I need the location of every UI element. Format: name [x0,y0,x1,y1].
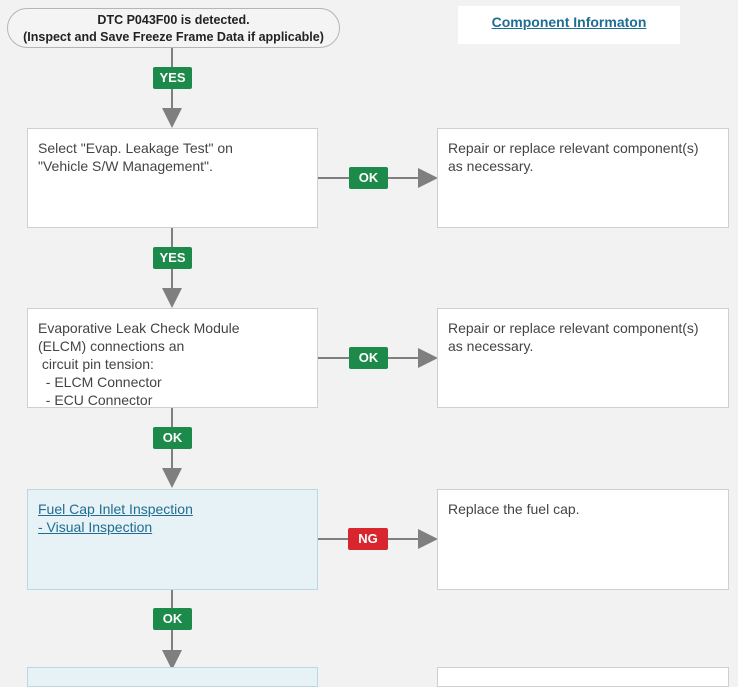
side-text-line: as necessary. [448,338,534,354]
arrowhead-right [418,168,438,188]
step-2-ok-label: OK [349,347,388,369]
step-1-line: Select "Evap. Leakage Test" on [38,140,233,156]
arrowhead-down [162,468,182,488]
step-3-box: Fuel Cap Inlet Inspection - Visual Inspe… [27,489,318,590]
arrowhead-right [418,529,438,549]
start-line-1: DTC P043F00 is detected. [97,13,250,27]
down-label-yes: YES [153,247,192,269]
start-terminal: DTC P043F00 is detected. (Inspect and Sa… [7,8,340,48]
step-3-side-box: Replace the fuel cap. [437,489,729,590]
fuel-cap-inspection-link[interactable]: Fuel Cap Inlet Inspection [38,500,307,518]
side-text-line: as necessary. [448,158,534,174]
arrowhead-down [162,288,182,308]
side-text-line: Replace the fuel cap. [448,501,580,517]
down-label-ok: OK [153,608,192,630]
side-text-line: Repair or replace relevant component(s) [448,140,699,156]
step-1-box: Select "Evap. Leakage Test" on "Vehicle … [27,128,318,228]
step-2-line: (ELCM) connections an [38,338,185,354]
side-text-line: Repair or replace relevant component(s) [448,320,699,336]
component-info-panel: Component Informaton [458,6,680,44]
arrowhead-right [418,348,438,368]
step-2-line: - ELCM Connector [38,374,162,390]
step-4-box-partial [27,667,318,687]
component-info-link[interactable]: Component Informaton [492,14,647,30]
step-1-ok-label: OK [349,167,388,189]
step-2-line: circuit pin tension: [38,356,154,372]
down-label-ok: OK [153,427,192,449]
down-label-yes: YES [153,67,192,89]
step-2-line: Evaporative Leak Check Module [38,320,240,336]
start-line-2: (Inspect and Save Freeze Frame Data if a… [23,30,324,44]
step-2-line: - ECU Connector [38,392,153,408]
step-4-side-box-partial [437,667,729,687]
arrowhead-down [162,108,182,128]
step-2-side-box: Repair or replace relevant component(s) … [437,308,729,408]
visual-inspection-link[interactable]: - Visual Inspection [38,518,307,536]
step-3-ng-label: NG [348,528,388,550]
step-2-box: Evaporative Leak Check Module (ELCM) con… [27,308,318,408]
step-1-side-box: Repair or replace relevant component(s) … [437,128,729,228]
step-1-line: "Vehicle S/W Management". [38,158,213,174]
